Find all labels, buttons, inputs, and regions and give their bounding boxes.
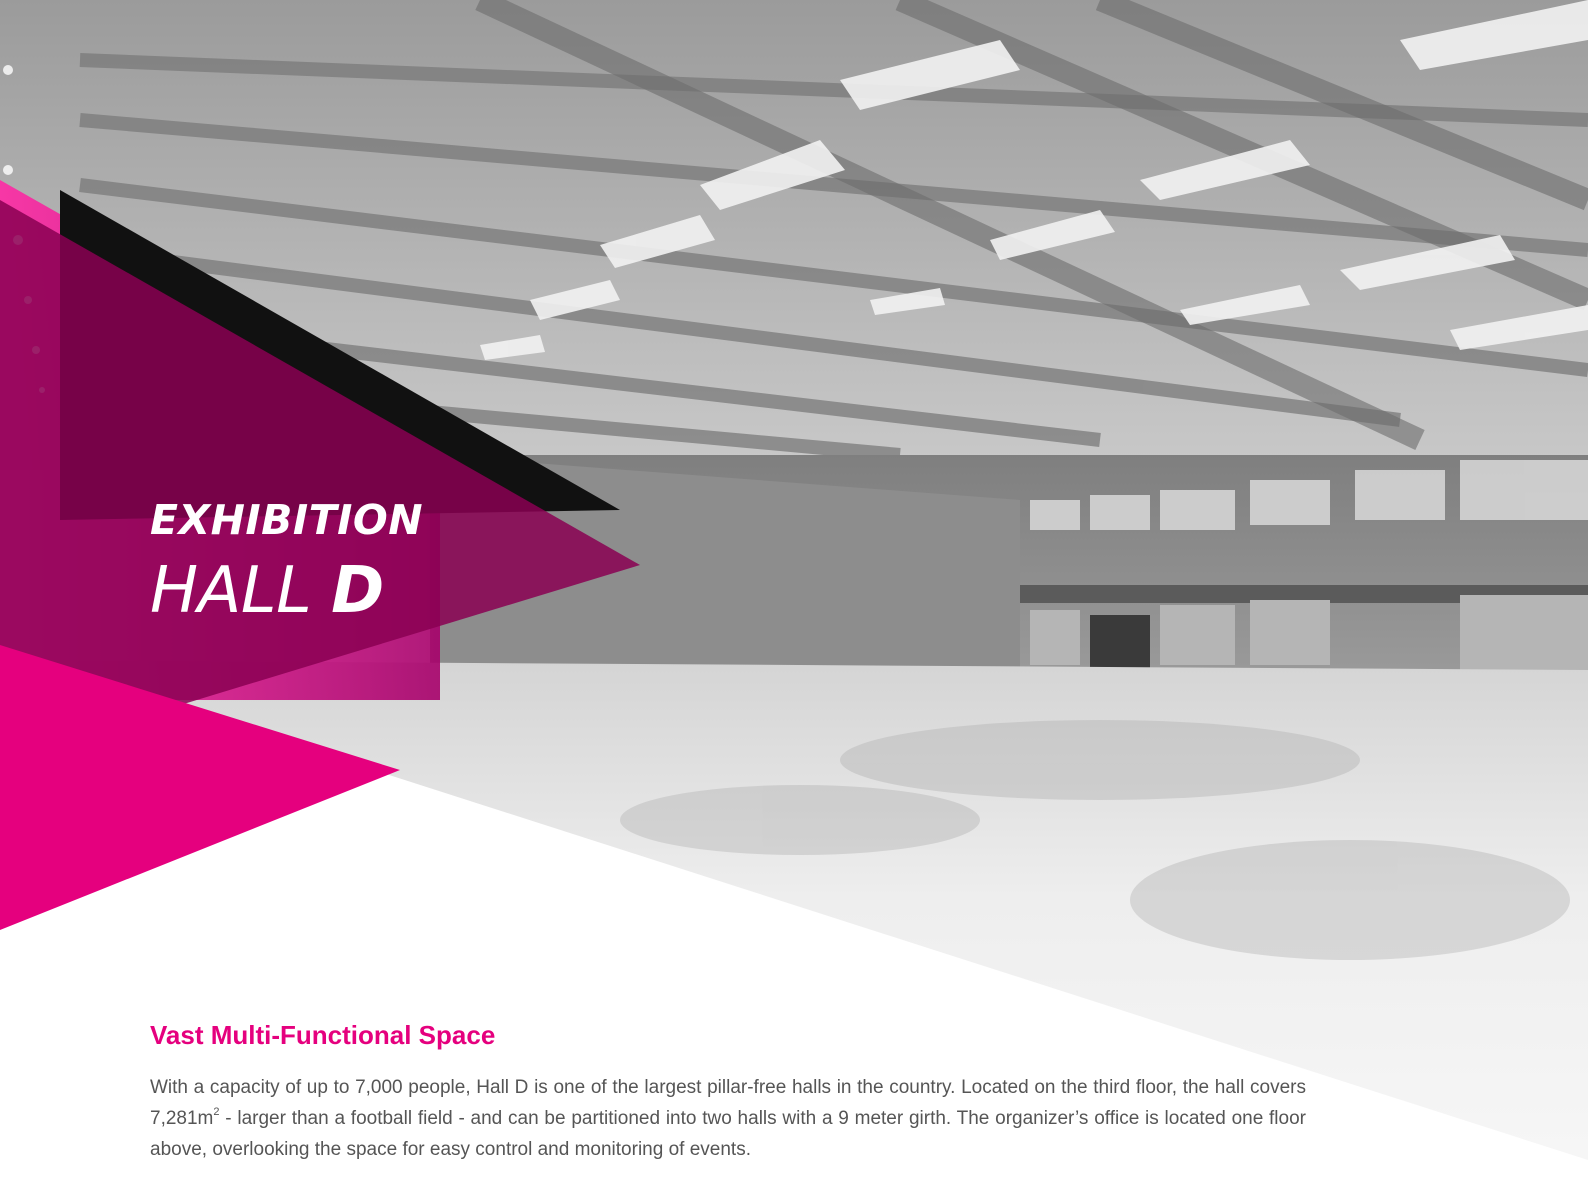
brochure-page: EXHIBITION HALL D Vast Multi-Functional … [0, 0, 1588, 1188]
hero-title: EXHIBITION HALL D [150, 496, 424, 624]
title-line-hall: HALL D [150, 559, 423, 623]
title-hall-letter: D [331, 554, 384, 628]
superscript-squared: 2 [213, 1105, 220, 1118]
paragraph-part-2: - larger than a football field - and can… [150, 1108, 1306, 1160]
section-heading: Vast Multi-Functional Space [150, 1020, 496, 1050]
title-hall-word: HALL [150, 554, 312, 628]
title-line-exhibition: EXHIBITION [150, 496, 424, 544]
section-paragraph: With a capacity of up to 7,000 people, H… [150, 1072, 1306, 1165]
